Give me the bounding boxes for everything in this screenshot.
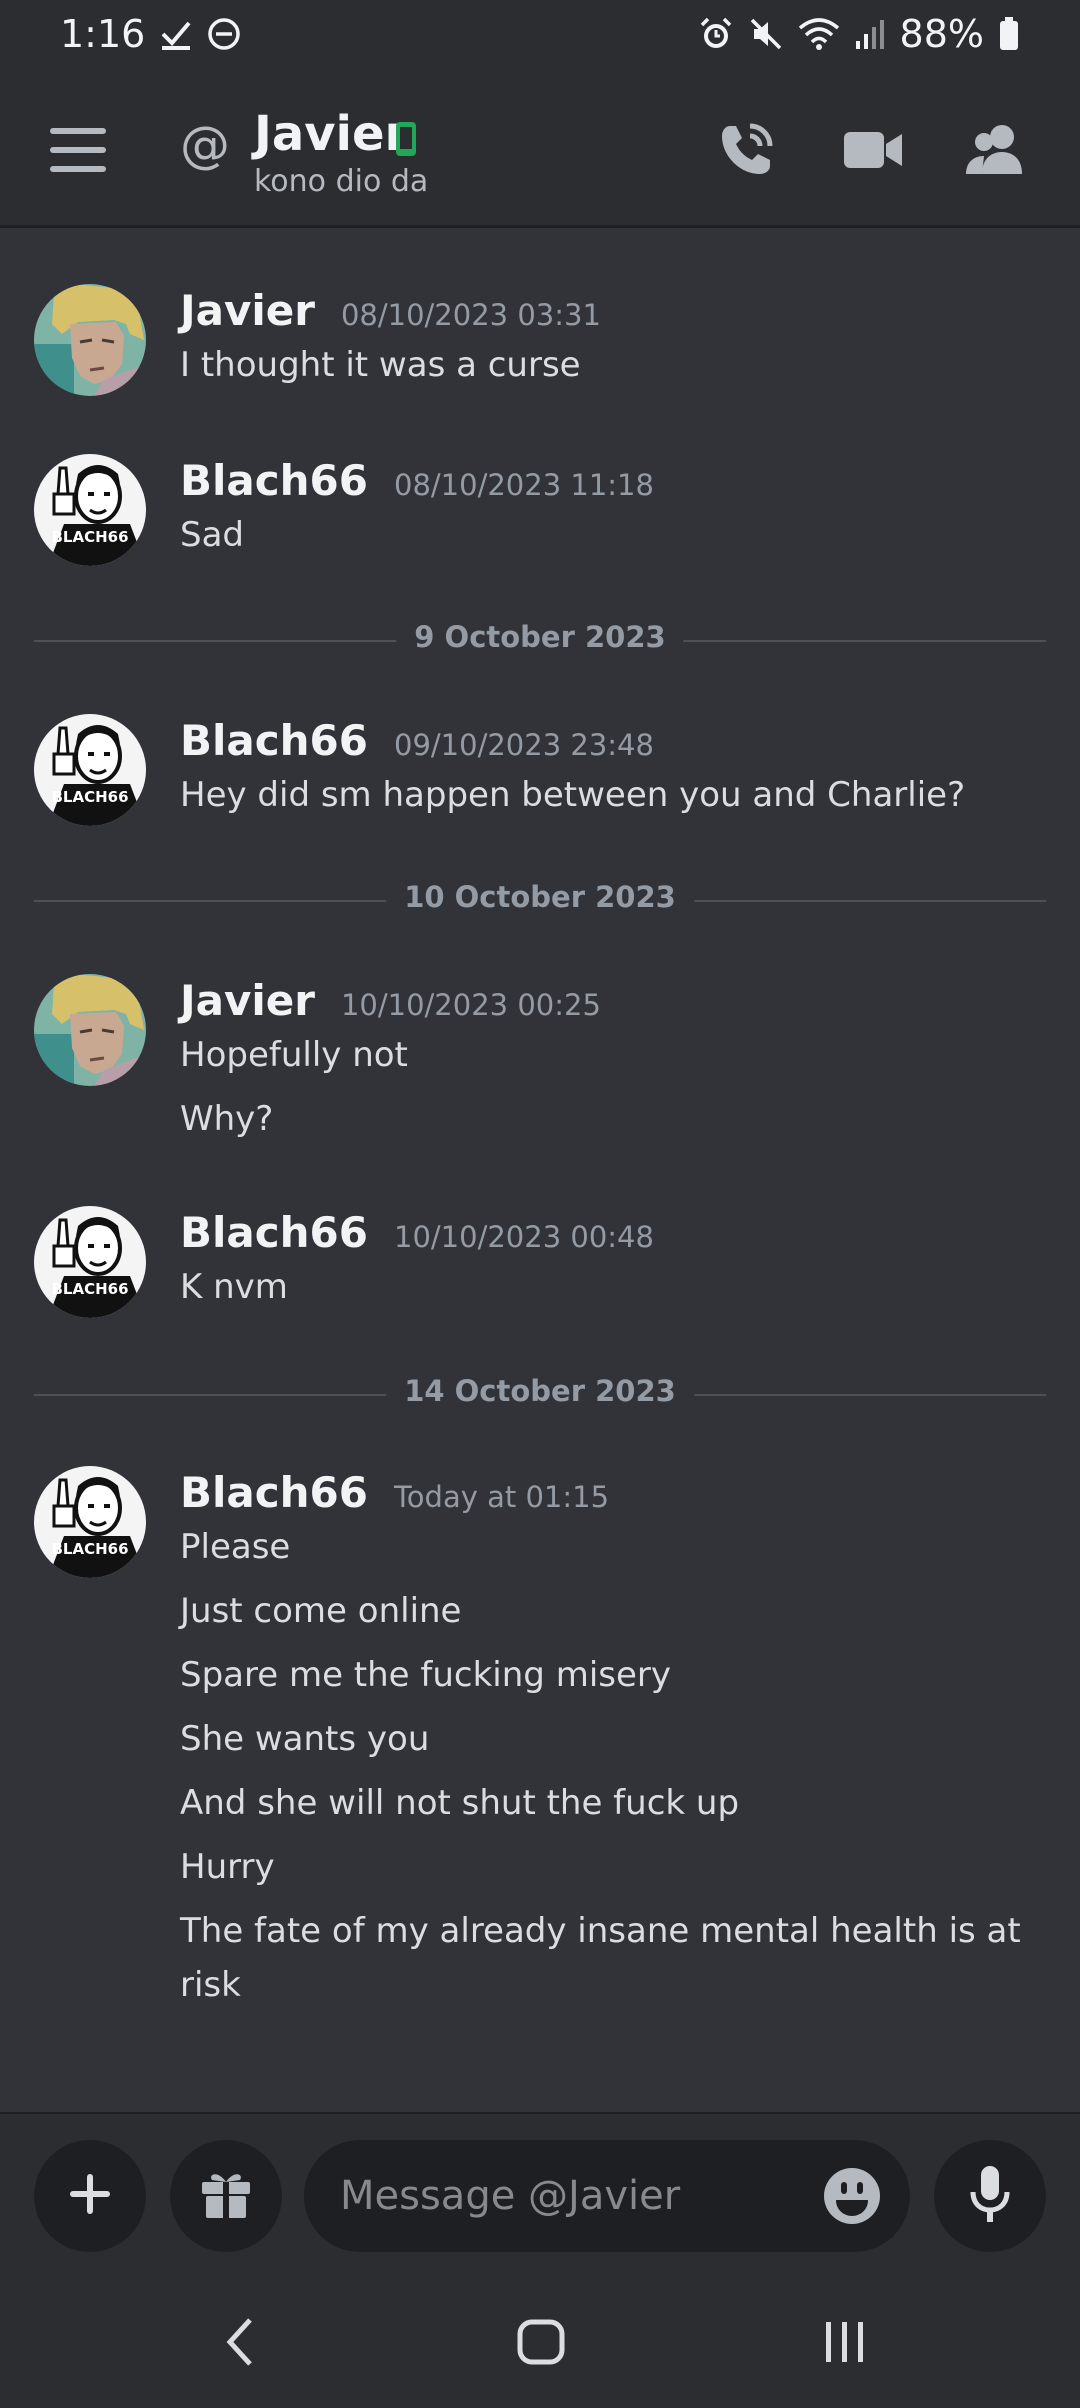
avatar-blach66[interactable]: BLACH66	[34, 1466, 146, 1578]
add-attachment-button[interactable]	[34, 2140, 146, 2252]
avatar-text: BLACH66	[51, 1540, 128, 1558]
avatar-blach66[interactable]: BLACH66	[34, 454, 146, 566]
message-text[interactable]: Hopefully not	[180, 1028, 408, 1082]
message-text[interactable]: Sad	[180, 508, 244, 562]
message-text[interactable]: I thought it was a curse	[180, 338, 581, 392]
avatar-blach66[interactable]: BLACH66	[34, 714, 146, 826]
avatar-javier[interactable]	[34, 284, 146, 396]
message-timestamp: 10/10/2023 00:25	[340, 988, 601, 1022]
message-timestamp: 10/10/2023 00:48	[394, 1220, 654, 1254]
message-author[interactable]: Blach66	[180, 716, 368, 765]
avatar-text: BLACH66	[51, 788, 128, 806]
dm-recipient-name[interactable]: Javier	[254, 106, 408, 162]
phone-call-icon[interactable]	[716, 120, 776, 184]
message-group: BLACH66 Blach66 09/10/2023 23:48 Hey did…	[34, 714, 1054, 834]
message-text[interactable]: And she will not shut the fuck up	[180, 1776, 739, 1830]
channel-header: @ Javier kono dio da	[0, 68, 1080, 228]
recents-icon[interactable]	[820, 2312, 870, 2376]
date-divider-label: 10 October 2023	[386, 880, 694, 914]
video-camera-icon[interactable]	[842, 120, 904, 184]
avatar-text: BLACH66	[51, 1280, 128, 1298]
microphone-icon	[968, 2164, 1012, 2228]
message-timestamp: 09/10/2023 23:48	[394, 728, 654, 762]
message-author[interactable]: Blach66	[180, 456, 368, 505]
gift-icon	[198, 2166, 254, 2226]
message-text[interactable]: She wants you	[180, 1712, 429, 1766]
message-list[interactable]: Javier 08/10/2023 03:31 I thought it was…	[0, 230, 1080, 2110]
message-author[interactable]: Javier	[180, 286, 315, 335]
wifi-icon	[798, 16, 840, 52]
battery-percent: 88%	[899, 12, 984, 56]
status-time: 1:16	[60, 12, 146, 56]
message-group: Javier 08/10/2023 03:31 I thought it was…	[34, 284, 1054, 404]
hamburger-icon[interactable]	[50, 128, 106, 172]
emoji-icon[interactable]	[822, 2166, 882, 2230]
message-text[interactable]: K nvm	[180, 1260, 288, 1314]
members-icon[interactable]	[962, 120, 1028, 184]
back-icon[interactable]	[220, 2312, 260, 2376]
message-input[interactable]	[340, 2140, 800, 2252]
do-not-disturb-icon	[207, 17, 241, 51]
date-divider-label: 9 October 2023	[396, 620, 684, 654]
message-group: Javier 10/10/2023 00:25 Hopefully not Wh…	[34, 974, 1054, 1154]
date-divider: 10 October 2023	[34, 880, 1046, 920]
alarm-icon	[698, 16, 734, 52]
at-icon: @	[180, 116, 230, 174]
mute-icon	[748, 16, 784, 52]
message-text[interactable]: Why?	[180, 1092, 273, 1146]
avatar-text: BLACH66	[51, 528, 128, 546]
message-composer	[0, 2112, 1080, 2278]
message-author[interactable]: Javier	[180, 976, 315, 1025]
message-text[interactable]: Please	[180, 1520, 290, 1574]
message-group: BLACH66 Blach66 10/10/2023 00:48 K nvm	[34, 1206, 1054, 1326]
plus-icon	[68, 2172, 112, 2220]
signal-icon	[854, 17, 886, 51]
custom-status: kono dio da	[254, 164, 429, 199]
message-author[interactable]: Blach66	[180, 1468, 368, 1517]
message-text[interactable]: Hurry	[180, 1840, 275, 1894]
status-bar: 1:16 88%	[0, 0, 1080, 68]
message-author[interactable]: Blach66	[180, 1208, 368, 1257]
avatar-blach66[interactable]: BLACH66	[34, 1206, 146, 1318]
system-navigation-bar	[0, 2278, 1080, 2408]
message-text[interactable]: Just come online	[180, 1584, 461, 1638]
message-timestamp: Today at 01:15	[394, 1480, 610, 1514]
message-timestamp: 08/10/2023 11:18	[394, 468, 654, 502]
mobile-online-icon	[394, 120, 418, 162]
gift-button[interactable]	[170, 2140, 282, 2252]
date-divider-label: 14 October 2023	[386, 1374, 694, 1408]
message-timestamp: 08/10/2023 03:31	[340, 298, 601, 332]
avatar-javier[interactable]	[34, 974, 146, 1086]
message-text[interactable]: The fate of my already insane mental hea…	[180, 1904, 1040, 2012]
battery-icon	[998, 16, 1020, 52]
message-text[interactable]: Spare me the fucking misery	[180, 1648, 671, 1702]
voice-message-button[interactable]	[934, 2140, 1046, 2252]
message-input-container	[304, 2140, 910, 2252]
message-text[interactable]: Hey did sm happen between you and Charli…	[180, 768, 965, 822]
checkmark-icon	[159, 17, 193, 51]
date-divider: 14 October 2023	[34, 1374, 1046, 1414]
home-icon[interactable]	[514, 2312, 568, 2376]
date-divider: 9 October 2023	[34, 620, 1046, 660]
message-group: BLACH66 Blach66 08/10/2023 11:18 Sad	[34, 454, 1054, 574]
message-group: BLACH66 Blach66 Today at 01:15 Please Ju…	[34, 1466, 1054, 2026]
